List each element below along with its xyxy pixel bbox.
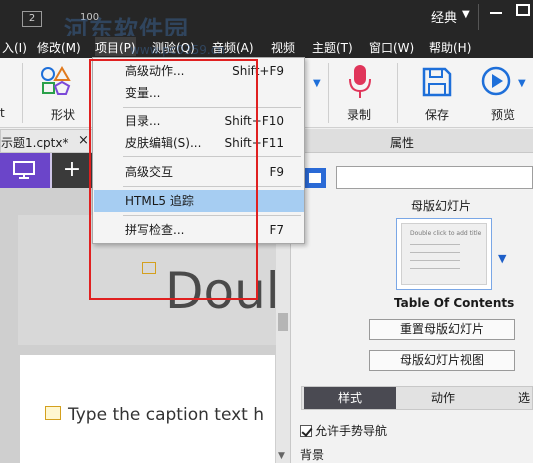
menu-help[interactable]: 帮助(H): [429, 39, 471, 56]
menu-video[interactable]: 视频: [271, 39, 295, 56]
menu-item-skin-editor[interactable]: 皮肤编辑(S)... Shift+F11: [94, 132, 304, 154]
menu-window[interactable]: 窗口(W): [369, 39, 414, 56]
preview-label[interactable]: 预览: [491, 106, 515, 123]
gesture-nav-checkbox[interactable]: [300, 425, 312, 437]
divider: [397, 63, 398, 123]
menu-separator: [123, 156, 301, 157]
divider: [328, 63, 329, 123]
master-thumb-title: Double click to add title: [410, 230, 482, 237]
document-tab[interactable]: 示题1.cptx* ×: [0, 129, 96, 153]
maximize-icon[interactable]: [516, 4, 530, 16]
chevron-down-icon[interactable]: ▼: [498, 252, 506, 265]
menu-separator: [123, 186, 301, 187]
menu-theme[interactable]: 主题(T): [312, 39, 353, 56]
scroll-down-icon[interactable]: ▼: [278, 451, 285, 461]
workspace-selector[interactable]: 经典: [431, 7, 457, 26]
gesture-nav-label: 允许手势导航: [315, 424, 388, 438]
menu-item-html5-tracker[interactable]: HTML5 追踪: [94, 190, 304, 212]
menu-separator: [123, 107, 301, 108]
chevron-down-icon[interactable]: ▼: [518, 78, 526, 89]
toolbar-partial-label: t: [0, 106, 5, 120]
menu-quiz[interactable]: 测验(Q): [152, 39, 195, 56]
scrollbar-thumb[interactable]: [278, 313, 288, 331]
menu-insert[interactable]: 入(I): [2, 39, 27, 56]
minimize-icon[interactable]: [490, 12, 502, 14]
tab-action[interactable]: 动作: [398, 387, 488, 409]
properties-title: 属性: [390, 136, 415, 150]
master-slide-label: 母版幻灯片: [411, 199, 472, 213]
divider: [478, 4, 479, 30]
menu-audio[interactable]: 音频(A): [212, 39, 254, 56]
title-bar: 2 100 河东软件园 经典 ▼: [0, 0, 533, 44]
shape-label[interactable]: 形状: [51, 106, 75, 123]
title-placeholder-icon: [142, 262, 156, 274]
chevron-down-icon[interactable]: ▼: [462, 9, 470, 20]
monitor-icon: [13, 161, 35, 179]
add-view-button[interactable]: +: [52, 153, 92, 188]
save-label[interactable]: 保存: [425, 106, 449, 123]
menu-project[interactable]: 项目(P): [95, 37, 136, 56]
menu-item-advanced-actions[interactable]: 高级动作... Shift+F9: [94, 60, 304, 82]
shape-icon[interactable]: [40, 66, 74, 96]
chevron-down-icon[interactable]: ▼: [313, 78, 321, 89]
desktop-view-button[interactable]: [0, 153, 50, 188]
document-tab-title: 示题1.cptx*: [1, 136, 69, 150]
project-menu-dropdown: 高级动作... Shift+F9 变量... 目录... Shift+F10 皮肤编…: [92, 57, 305, 244]
tab-style[interactable]: 样式: [304, 387, 396, 409]
close-icon[interactable]: ×: [78, 133, 89, 148]
window-badge: 2: [22, 11, 42, 27]
divider: [22, 63, 23, 123]
reset-master-button[interactable]: 重置母版幻灯片: [369, 319, 515, 340]
preview-play-icon[interactable]: [481, 66, 515, 98]
master-name: Table Of Contents: [394, 296, 515, 310]
master-view-button[interactable]: 母版幻灯片视图: [369, 350, 515, 371]
fill-color-swatch[interactable]: [304, 168, 326, 188]
gesture-nav-option[interactable]: 允许手势导航: [300, 422, 387, 439]
menu-item-variables[interactable]: 变量...: [94, 82, 304, 104]
caption-text[interactable]: Type the caption text h: [68, 405, 264, 425]
menu-separator: [123, 215, 301, 216]
caption-icon: [45, 406, 61, 420]
slide-title-placeholder[interactable]: Doul: [165, 262, 280, 320]
menu-item-spell-check[interactable]: 拼写检查... F7: [94, 219, 304, 241]
menu-item-toc[interactable]: 目录... Shift+F10: [94, 110, 304, 132]
record-label[interactable]: 录制: [347, 106, 371, 123]
save-icon[interactable]: [421, 66, 453, 98]
master-slide-thumbnail[interactable]: Double click to add title: [396, 218, 492, 290]
slide-name-input[interactable]: [336, 166, 533, 189]
menu-modify[interactable]: 修改(M): [37, 39, 81, 56]
menu-item-advanced-interaction[interactable]: 高级交互 F9: [94, 161, 304, 183]
properties-tabs: 样式 动作 选: [301, 386, 533, 410]
microphone-icon[interactable]: [346, 64, 374, 100]
tab-options[interactable]: 选: [514, 387, 533, 409]
background-label: 背景: [300, 448, 325, 462]
menu-bar: 入(I) 修改(M) 项目(P) 测验(Q) 音频(A) 视频 主题(T) 窗口…: [0, 36, 533, 58]
